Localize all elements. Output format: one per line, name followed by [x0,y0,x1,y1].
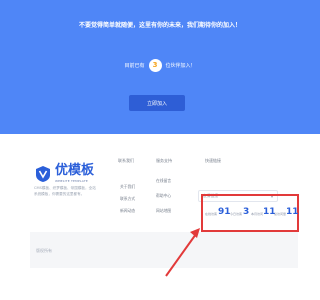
footer-link-help[interactable]: 帮助中心 [156,193,171,199]
visitor-stats: 在线访客 91 今日访客 3 本月访问 11 总访问量 11 [205,206,299,220]
brand-name: 优模板 [55,163,95,178]
hero-title: 不要觉得简单就随便，这里有你的未来，我们期待你的加入！ [78,22,241,29]
footer-link-contact[interactable]: 联系方式 [120,196,135,202]
hero-banner: 不要觉得简单就随便，这里有你的未来，我们期待你的加入！ 目前已有 3 位伙伴加入… [0,0,320,134]
copyright-bar: 版权所有 [30,232,298,268]
brand-subtitle: WEBSITE TEMPLATE [55,179,88,183]
stat-label-total: 总访问量 [274,212,287,216]
column-head-contact: 联系我们 [118,158,134,163]
footer-link-sitemap[interactable]: 网站地图 [156,208,171,214]
copyright-text: 版权所有 [36,248,52,253]
stat-label-today: 今日访客 [230,212,243,216]
stat-value-total: 11 [286,207,299,217]
stat-label-month: 本月访问 [251,212,264,216]
footer-link-message[interactable]: 在线留言 [156,178,171,184]
logo-shield-icon [36,166,50,182]
stat-label-online: 在线访客 [205,212,218,216]
footer-link-about[interactable]: 关于我们 [120,184,135,190]
member-line-suffix: 位伙伴加入！ [165,62,196,69]
stat-value-online: 91 [218,207,231,217]
footer-link-news[interactable]: 新闻动态 [120,208,135,214]
join-button[interactable]: 立即加入 [129,95,185,111]
stat-value-today: 3 [243,207,250,217]
column-head-support: 服务支持 [156,158,172,163]
column-head-quicklinks: 快速链接 [205,158,221,163]
member-count-badge: 3 [148,58,162,72]
hero-member-line: 目前已有 3 位伙伴加入！ [0,58,320,72]
member-line-prefix: 目前已有 [124,62,145,69]
about-text: CMS模板、织梦模板、帝国模板，全站系统模板，你需要的这里都有。 [34,186,96,196]
